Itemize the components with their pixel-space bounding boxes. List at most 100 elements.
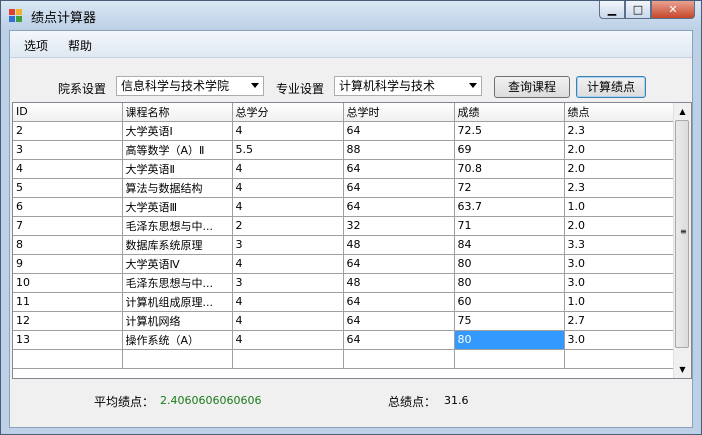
table-cell[interactable]: 2.0 [564, 140, 676, 160]
table-row[interactable]: 13 操作系统（A） 4 64 80 3.0 [13, 330, 676, 350]
table-row[interactable]: 12 计算机网络 4 64 75 2.7 [13, 311, 676, 331]
table-row[interactable]: 4 大学英语Ⅱ 4 64 70.8 2.0 [13, 159, 676, 179]
column-header[interactable]: 绩点 [564, 103, 676, 122]
table-cell[interactable]: 75 [454, 311, 565, 331]
table-cell[interactable]: 2.0 [564, 159, 676, 179]
table-cell[interactable]: 64 [343, 311, 455, 331]
table-cell[interactable]: 80 [454, 254, 565, 274]
table-cell[interactable]: 64 [343, 159, 455, 179]
table-cell[interactable]: 7 [13, 216, 123, 236]
table-cell[interactable] [454, 349, 565, 369]
table-cell[interactable]: 64 [343, 178, 455, 198]
table-cell[interactable]: 1.0 [564, 197, 676, 217]
table-cell[interactable]: 5 [13, 178, 123, 198]
table-cell[interactable]: 大学英语Ⅳ [122, 254, 233, 274]
table-cell[interactable]: 4 [232, 311, 344, 331]
table-row[interactable]: 9 大学英语Ⅳ 4 64 80 3.0 [13, 254, 676, 274]
menu-options[interactable]: 选项 [24, 37, 48, 54]
table-cell[interactable]: 64 [343, 197, 455, 217]
menu-help[interactable]: 帮助 [68, 37, 92, 54]
course-grid[interactable]: ID 课程名称 总学分 总学时 成绩 绩点 2 大学英语Ⅰ 4 64 72.5 2.3 3 高等数学（A… [12, 102, 692, 379]
table-cell[interactable]: 2.3 [564, 178, 676, 198]
table-cell[interactable]: 4 [232, 121, 344, 141]
table-cell[interactable]: 60 [454, 292, 565, 312]
table-cell[interactable]: 64 [343, 254, 455, 274]
table-cell[interactable]: 2.3 [564, 121, 676, 141]
table-cell[interactable]: 72 [454, 178, 565, 198]
table-row-empty[interactable] [13, 349, 676, 369]
table-cell[interactable] [232, 349, 344, 369]
table-cell[interactable]: 63.7 [454, 197, 565, 217]
close-button[interactable]: ✕ [651, 1, 695, 19]
table-cell[interactable]: 11 [13, 292, 123, 312]
table-cell[interactable]: 69 [454, 140, 565, 160]
table-cell[interactable]: 数据库系统原理 [122, 235, 233, 255]
column-header[interactable]: 课程名称 [122, 103, 233, 122]
column-header[interactable]: 总学时 [343, 103, 455, 122]
table-row[interactable]: 8 数据库系统原理 3 48 84 3.3 [13, 235, 676, 255]
table-cell[interactable]: 算法与数据结构 [122, 178, 233, 198]
table-cell[interactable]: 12 [13, 311, 123, 331]
table-cell[interactable]: 3.0 [564, 330, 676, 350]
table-cell[interactable]: 3 [13, 140, 123, 160]
table-row[interactable]: 10 毛泽东思想与中... 3 48 80 3.0 [13, 273, 676, 293]
table-cell[interactable]: 1.0 [564, 292, 676, 312]
table-cell[interactable]: 4 [232, 197, 344, 217]
minimize-button[interactable]: ▁ [599, 1, 625, 19]
table-cell[interactable]: 2.0 [564, 216, 676, 236]
major-select[interactable]: 计算机科学与技术 [334, 76, 482, 96]
table-cell[interactable]: 72.5 [454, 121, 565, 141]
table-cell[interactable]: 80 [454, 330, 565, 350]
table-cell[interactable]: 64 [343, 292, 455, 312]
dept-select[interactable]: 信息科学与技术学院 [116, 76, 264, 96]
column-header[interactable]: 成绩 [454, 103, 565, 122]
table-cell[interactable]: 48 [343, 235, 455, 255]
scroll-thumb[interactable]: ≡ [675, 120, 689, 348]
table-cell[interactable]: 3.3 [564, 235, 676, 255]
table-cell[interactable] [564, 349, 676, 369]
table-cell[interactable]: 10 [13, 273, 123, 293]
maximize-button[interactable]: □ [625, 1, 651, 19]
table-cell[interactable]: 5.5 [232, 140, 344, 160]
table-cell[interactable]: 2 [232, 216, 344, 236]
table-cell[interactable]: 64 [343, 330, 455, 350]
table-cell[interactable]: 计算机组成原理... [122, 292, 233, 312]
table-cell[interactable]: 48 [343, 273, 455, 293]
table-cell[interactable]: 4 [232, 292, 344, 312]
table-cell[interactable]: 2.7 [564, 311, 676, 331]
table-cell[interactable]: 4 [232, 330, 344, 350]
table-cell[interactable]: 32 [343, 216, 455, 236]
table-cell[interactable]: 13 [13, 330, 123, 350]
table-cell[interactable]: 3 [232, 273, 344, 293]
table-row[interactable]: 6 大学英语Ⅲ 4 64 63.7 1.0 [13, 197, 676, 217]
table-cell[interactable]: 大学英语Ⅲ [122, 197, 233, 217]
table-cell[interactable]: 71 [454, 216, 565, 236]
table-cell[interactable]: 2 [13, 121, 123, 141]
table-cell[interactable]: 64 [343, 121, 455, 141]
table-cell[interactable]: 6 [13, 197, 123, 217]
table-cell[interactable]: 8 [13, 235, 123, 255]
query-courses-button[interactable]: 查询课程 [494, 76, 570, 98]
table-cell[interactable]: 88 [343, 140, 455, 160]
vertical-scrollbar[interactable]: ▲ ≡ ▼ [673, 103, 691, 378]
table-cell[interactable]: 4 [232, 254, 344, 274]
scroll-down-icon[interactable]: ▼ [674, 361, 691, 378]
table-cell[interactable]: 高等数学（A）Ⅱ [122, 140, 233, 160]
table-row[interactable]: 11 计算机组成原理... 4 64 60 1.0 [13, 292, 676, 312]
table-cell[interactable] [343, 349, 455, 369]
table-cell[interactable]: 毛泽东思想与中... [122, 216, 233, 236]
table-cell[interactable]: 3.0 [564, 273, 676, 293]
table-cell[interactable] [122, 349, 233, 369]
column-header[interactable]: ID [13, 103, 123, 122]
table-row[interactable]: 3 高等数学（A）Ⅱ 5.5 88 69 2.0 [13, 140, 676, 160]
table-cell[interactable]: 4 [13, 159, 123, 179]
table-cell[interactable]: 大学英语Ⅱ [122, 159, 233, 179]
table-row[interactable]: 7 毛泽东思想与中... 2 32 71 2.0 [13, 216, 676, 236]
table-cell[interactable]: 毛泽东思想与中... [122, 273, 233, 293]
title-bar[interactable]: 绩点计算器 ▁ □ ✕ [1, 1, 701, 29]
table-row[interactable]: 5 算法与数据结构 4 64 72 2.3 [13, 178, 676, 198]
calculate-gpa-button[interactable]: 计算绩点 [576, 76, 646, 98]
table-cell[interactable]: 3.0 [564, 254, 676, 274]
table-cell[interactable]: 4 [232, 159, 344, 179]
table-cell[interactable]: 80 [454, 273, 565, 293]
